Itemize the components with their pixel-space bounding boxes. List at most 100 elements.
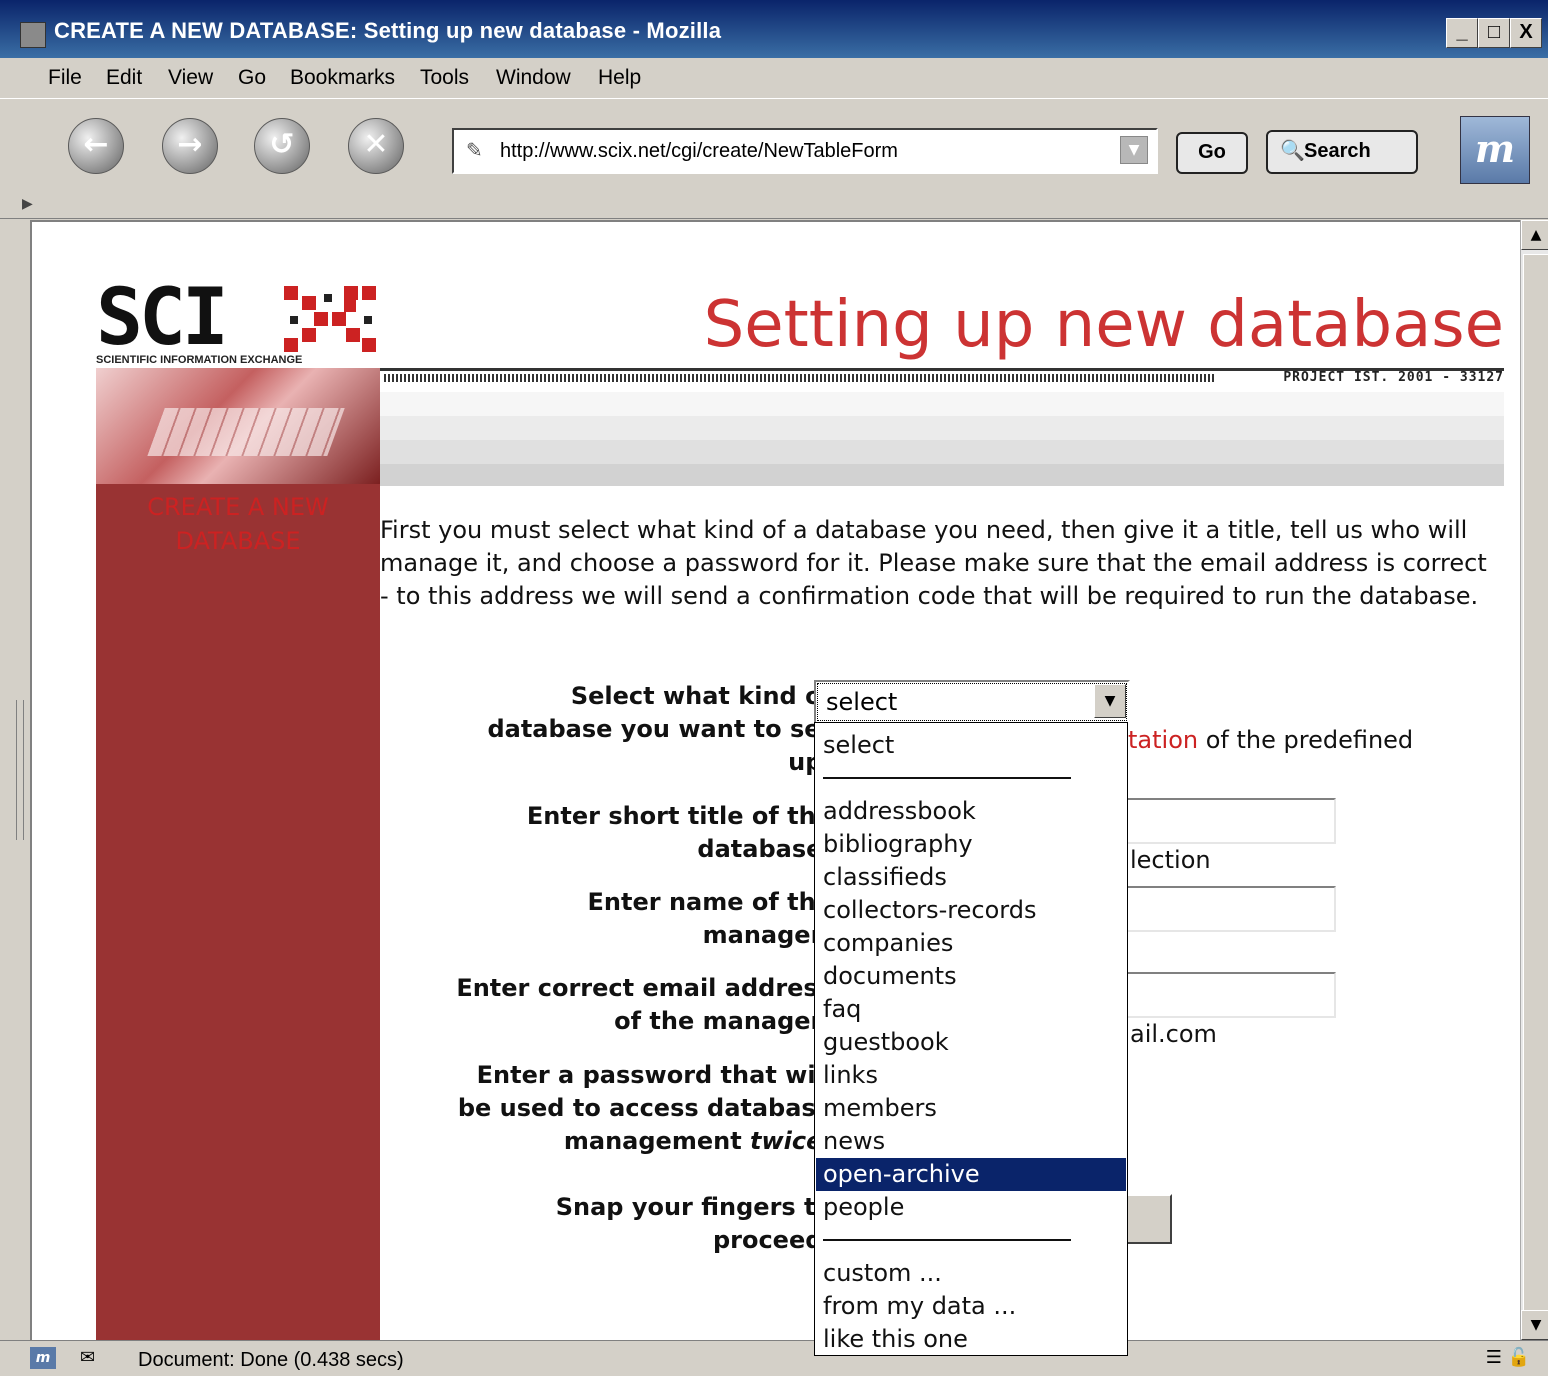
label-line: database:: [697, 835, 832, 863]
option-select[interactable]: select: [816, 729, 1126, 762]
title-hint: lection: [1130, 846, 1211, 874]
url-dropdown-icon[interactable]: ▼: [1120, 136, 1148, 164]
sidebar: [96, 484, 380, 1342]
label-line: Enter correct email address: [456, 974, 832, 1002]
go-button[interactable]: Go: [1176, 132, 1248, 174]
email-hint: ail.com: [1130, 1020, 1217, 1048]
title-input[interactable]: [1100, 798, 1336, 844]
option-open-archive[interactable]: open-archive: [816, 1158, 1126, 1191]
header-band-3: [380, 440, 1504, 464]
page-content: SCI SCIENTIFIC INFORMATION EXCHANGE CREA…: [30, 220, 1522, 1342]
option-separator: [823, 1239, 1071, 1241]
menu-bookmarks[interactable]: Bookmarks: [290, 66, 395, 90]
menu-window[interactable]: Window: [496, 66, 571, 90]
url-text[interactable]: http://www.scix.net/cgi/create/NewTableF…: [500, 140, 898, 163]
option-from-my-data[interactable]: from my data ...: [816, 1290, 1126, 1323]
reload-icon[interactable]: ↺: [254, 118, 310, 174]
intro-text: First you must select what kind of a dat…: [380, 516, 1487, 610]
scix-logo-subtitle: SCIENTIFIC INFORMATION EXCHANGE: [96, 354, 303, 366]
option-guestbook[interactable]: guestbook: [816, 1026, 1126, 1059]
option-classifieds[interactable]: classifieds: [816, 861, 1126, 894]
search-button-label: Search: [1304, 140, 1371, 162]
manager-email-input[interactable]: [1100, 972, 1336, 1018]
option-documents[interactable]: documents: [816, 960, 1126, 993]
status-text: Document: Done (0.438 secs): [138, 1349, 404, 1371]
option-people[interactable]: people: [816, 1191, 1126, 1224]
mozilla-status-icon[interactable]: m: [30, 1347, 56, 1369]
header-band-4: [380, 464, 1504, 486]
search-icon: 🔍: [1280, 140, 1305, 162]
option-members[interactable]: members: [816, 1092, 1126, 1125]
search-button[interactable]: 🔍Search: [1266, 130, 1418, 174]
documentation-link[interactable]: tation: [1128, 726, 1198, 754]
mozilla-app-icon: [20, 22, 46, 48]
url-bar[interactable]: ✎ http://www.scix.net/cgi/create/NewTabl…: [452, 128, 1158, 174]
stop-icon[interactable]: ✕: [348, 118, 404, 174]
page-title: Setting up new database: [703, 288, 1504, 362]
database-kind-select[interactable]: select ▼: [814, 680, 1130, 724]
menu-view[interactable]: View: [168, 66, 213, 90]
project-id: PROJECT IST. 2001 - 33127: [1283, 370, 1504, 385]
tab-strip: ▶: [0, 194, 1548, 219]
label-manager-name: Enter name of the manager:: [588, 886, 832, 952]
label-line: management twice:: [458, 1125, 832, 1158]
maximize-button[interactable]: □: [1478, 18, 1510, 48]
menu-tools[interactable]: Tools: [420, 66, 469, 90]
header-band-2: [380, 416, 1504, 440]
header-photo: [96, 368, 380, 486]
menu-go[interactable]: Go: [238, 66, 266, 90]
chevron-down-icon[interactable]: ▼: [1094, 684, 1126, 718]
expand-toolbar-icon[interactable]: ▶: [22, 196, 33, 212]
option-links[interactable]: links: [816, 1059, 1126, 1092]
option-like-this-one[interactable]: like this one: [816, 1323, 1126, 1356]
sidebar-grippy[interactable]: [16, 700, 24, 840]
label-database-title: Enter short title of the database:: [527, 800, 832, 866]
menu-help[interactable]: Help: [598, 66, 641, 90]
select-value: select: [826, 688, 898, 716]
menu-bar: File Edit View Go Bookmarks Tools Window…: [0, 58, 1548, 98]
label-line: be used to access database: [457, 1094, 832, 1122]
option-news[interactable]: news: [816, 1125, 1126, 1158]
mozilla-throbber-icon[interactable]: m: [1460, 116, 1530, 184]
label-line: Enter a password that will: [476, 1061, 832, 1089]
minimize-button[interactable]: _: [1446, 18, 1478, 48]
scix-logo: SCI SCIENTIFIC INFORMATION EXCHANGE: [96, 278, 380, 368]
scix-logo-text: SCI: [96, 273, 229, 363]
status-bar: m ✉ Document: Done (0.438 secs) ☰ 🔓: [0, 1340, 1548, 1376]
scroll-up-icon[interactable]: ▲: [1521, 220, 1548, 250]
label-line: database you want to set: [487, 715, 832, 743]
manager-name-input[interactable]: [1100, 886, 1336, 932]
back-icon[interactable]: ←: [68, 118, 124, 174]
label-manager-email: Enter correct email address of the manag…: [456, 972, 832, 1038]
online-status-icon[interactable]: ✉: [80, 1347, 95, 1368]
close-window-button[interactable]: X: [1510, 18, 1542, 48]
scix-logo-x-mark: [284, 286, 376, 352]
option-bibliography[interactable]: bibliography: [816, 828, 1126, 861]
database-kind-dropdown: select addressbook bibliography classifi…: [814, 722, 1128, 1356]
label-line: Enter short title of the: [526, 802, 832, 830]
label-line: of the manager:: [614, 1007, 832, 1035]
scrollbar-thumb[interactable]: [1523, 254, 1548, 1326]
sidebar-link-create-database[interactable]: CREATE A NEW DATABASE: [96, 490, 380, 558]
kind-hint: tation of the predefined: [1128, 726, 1413, 754]
label-password: Enter a password that will be used to ac…: [458, 1059, 832, 1158]
option-custom[interactable]: custom ...: [816, 1257, 1126, 1290]
keyboard-image: [147, 408, 345, 456]
option-collectors-records[interactable]: collectors-records: [816, 894, 1126, 927]
forward-icon[interactable]: →: [162, 118, 218, 174]
label-line: manager:: [702, 921, 832, 949]
label-database-kind: Select what kind of database you want to…: [487, 680, 832, 779]
header-band-1: [380, 392, 1504, 416]
menu-edit[interactable]: Edit: [106, 66, 142, 90]
scroll-down-icon[interactable]: ▼: [1521, 1310, 1548, 1340]
page-proxy-icon: ✎: [466, 138, 483, 162]
security-lock-icon[interactable]: ☰ 🔓: [1486, 1347, 1530, 1368]
option-companies[interactable]: companies: [816, 927, 1126, 960]
option-separator: [823, 777, 1071, 779]
label-fragment: management: [563, 1127, 751, 1155]
option-faq[interactable]: faq: [816, 993, 1126, 1026]
vertical-scrollbar[interactable]: ▲ ▼: [1520, 220, 1548, 1340]
label-snap: Snap your fingers to proceed:: [556, 1191, 832, 1257]
menu-file[interactable]: File: [48, 66, 82, 90]
option-addressbook[interactable]: addressbook: [816, 795, 1126, 828]
